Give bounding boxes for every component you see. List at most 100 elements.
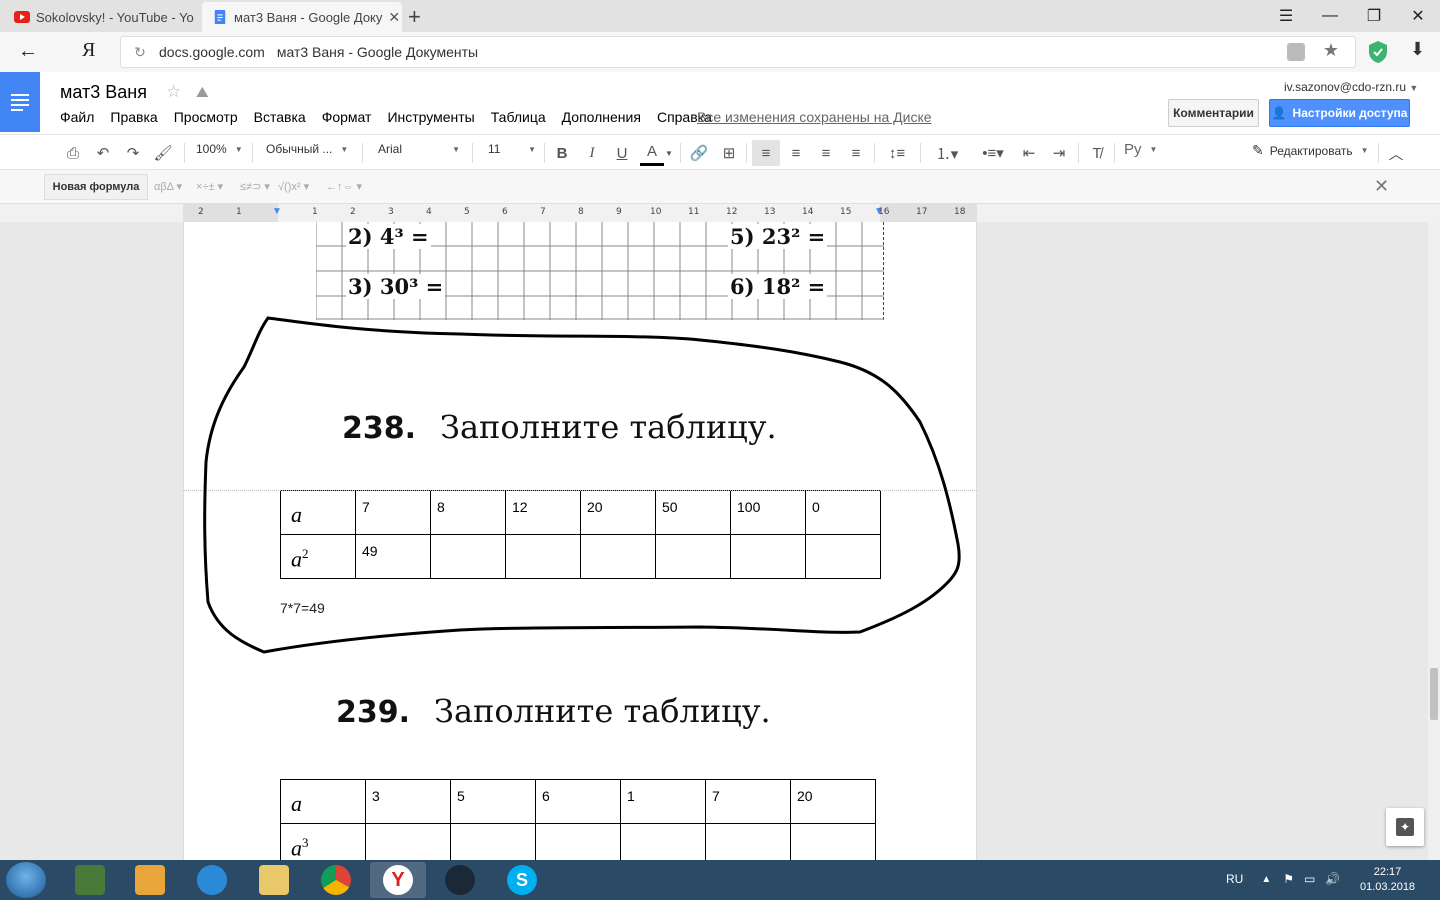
menu-view[interactable]: Просмотр xyxy=(166,107,246,127)
chevron-down-icon[interactable]: ▼ xyxy=(664,140,674,166)
folder-icon xyxy=(259,865,289,895)
protect-shield-icon[interactable] xyxy=(1368,40,1388,64)
show-hidden-icons-icon[interactable]: ▲ xyxy=(1261,874,1271,885)
yandex-logo[interactable]: Я xyxy=(82,39,95,62)
clear-formatting-icon[interactable]: T̸ xyxy=(1086,140,1108,166)
lock-icon[interactable] xyxy=(1287,43,1305,61)
new-equation-button[interactable]: Новая формула xyxy=(44,174,148,200)
taskbar-app-steam[interactable] xyxy=(432,862,488,898)
menu-tools[interactable]: Инструменты xyxy=(379,107,482,127)
print-icon[interactable]: ⎙ xyxy=(62,140,84,166)
action-center-flag-icon[interactable]: ⚑ xyxy=(1283,872,1294,886)
toolbar-divider xyxy=(1078,143,1079,163)
ruler-tick: 14 xyxy=(802,207,814,217)
indent-marker-icon[interactable]: ▼ xyxy=(272,206,282,217)
url-field[interactable]: ↻ docs.google.com мат3 Ваня - Google Док… xyxy=(120,36,1356,68)
greek-letters-menu[interactable]: αβΔ ▾ xyxy=(154,180,182,193)
arrows-menu[interactable]: ←↑⇔ ▾ xyxy=(326,180,362,193)
numbered-list-icon[interactable]: ⒈▾ xyxy=(928,140,966,166)
menu-table[interactable]: Таблица xyxy=(483,107,554,127)
browser-tab-youtube[interactable]: Sokolovsky! - YouTube - Yo xyxy=(4,2,200,32)
chevron-down-icon: ▼ xyxy=(1360,146,1369,155)
back-arrow-icon[interactable]: ← xyxy=(18,40,38,63)
collapse-chevron-icon[interactable]: ︿ xyxy=(1386,140,1406,166)
menu-file[interactable]: Файл xyxy=(52,107,102,127)
taskbar-app-explorer[interactable] xyxy=(246,862,302,898)
style-value: Обычный ... xyxy=(266,142,333,156)
eq-group-label: √()x² xyxy=(278,181,301,193)
taskbar-app-media[interactable] xyxy=(122,862,178,898)
window-close-icon[interactable]: ✕ xyxy=(1396,0,1440,32)
bulleted-list-icon[interactable]: •≡▾ xyxy=(974,140,1012,166)
reload-icon[interactable]: ↻ xyxy=(121,44,159,61)
explore-button[interactable]: ✦ xyxy=(1386,808,1424,846)
bold-icon[interactable]: B xyxy=(552,140,572,166)
menu-edit[interactable]: Правка xyxy=(102,107,165,127)
editing-mode-select[interactable]: ✎ Редактировать ▼ xyxy=(1252,142,1369,159)
style-select[interactable]: Обычный ... ▼ xyxy=(266,142,348,156)
tab-close-icon[interactable]: ✕ xyxy=(382,9,400,26)
browser-tab-docs[interactable]: мат3 Ваня - Google Доку ✕ xyxy=(202,2,402,32)
menu-addons[interactable]: Дополнения xyxy=(554,107,649,127)
scrollbar-thumb[interactable] xyxy=(1430,668,1438,720)
restore-icon[interactable]: ❐ xyxy=(1352,0,1396,32)
line-spacing-icon[interactable]: ↕≡ xyxy=(880,140,914,166)
undo-icon[interactable]: ↶ xyxy=(92,140,114,166)
menu-icon[interactable]: ☰ xyxy=(1264,0,1308,32)
taskbar-app-skype[interactable]: S xyxy=(494,862,550,898)
redo-icon[interactable]: ↷ xyxy=(122,140,144,166)
volume-icon[interactable]: 🔊 xyxy=(1325,872,1340,886)
docs-home-icon[interactable] xyxy=(0,72,40,132)
url-domain: docs.google.com xyxy=(159,44,265,60)
link-icon[interactable]: 🔗 xyxy=(688,140,710,166)
relations-menu[interactable]: ≤≠⊃ ▾ xyxy=(240,180,270,193)
taskbar-app-chrome[interactable] xyxy=(308,862,364,898)
user-email[interactable]: iv.sazonov@cdo-rzn.ru ▼ xyxy=(1284,80,1418,94)
font-select[interactable]: Arial ▼ xyxy=(378,142,460,156)
toolbar-divider xyxy=(472,143,473,163)
vertical-scrollbar[interactable] xyxy=(1428,222,1440,860)
browser-tab-strip: Sokolovsky! - YouTube - Yo мат3 Ваня - G… xyxy=(0,0,1440,32)
font-size-select[interactable]: 11 ▼ xyxy=(488,142,536,156)
download-icon[interactable]: ⬇ xyxy=(1410,39,1425,60)
add-comment-icon[interactable]: ⊞ xyxy=(718,140,740,166)
align-left-icon[interactable]: ≡ xyxy=(752,140,780,166)
language-indicator[interactable]: RU xyxy=(1226,872,1243,886)
clock[interactable]: 22:17 01.03.2018 xyxy=(1360,865,1415,895)
share-button[interactable]: 👤 Настройки доступа xyxy=(1269,99,1410,127)
text-color-icon[interactable]: A xyxy=(640,140,664,166)
eq-group-label: ×÷± xyxy=(196,181,215,193)
toolbar-divider xyxy=(362,143,363,163)
decrease-indent-icon[interactable]: ⇤ xyxy=(1018,140,1040,166)
menu-format[interactable]: Формат xyxy=(314,107,380,127)
move-to-folder-icon[interactable]: ⛰ xyxy=(196,84,209,101)
taskbar-app-yandex[interactable]: Y xyxy=(370,862,426,898)
italic-icon[interactable]: I xyxy=(582,140,602,166)
network-icon[interactable]: ▭ xyxy=(1304,872,1315,886)
new-tab-button[interactable]: + xyxy=(408,4,421,30)
start-button[interactable] xyxy=(6,862,46,898)
document-title[interactable]: мат3 Ваня xyxy=(60,82,147,103)
menu-bar: Файл Правка Просмотр Вставка Формат Инст… xyxy=(52,107,720,127)
align-center-icon[interactable]: ≡ xyxy=(784,140,808,166)
bookmark-star-icon[interactable]: ★ xyxy=(1323,40,1339,61)
ruler-tick: 5 xyxy=(464,207,470,217)
minimize-icon[interactable]: — xyxy=(1308,0,1352,32)
comments-button[interactable]: Комментарии xyxy=(1168,99,1259,127)
taskbar-app-ie[interactable] xyxy=(184,862,240,898)
menu-insert[interactable]: Вставка xyxy=(246,107,314,127)
input-tools-select[interactable]: Ру ▼ xyxy=(1124,141,1157,158)
save-status-link[interactable]: Все изменения сохранены на Диске xyxy=(697,109,932,125)
paint-format-icon[interactable]: 🖌 xyxy=(152,140,174,166)
close-equation-bar-icon[interactable]: ✕ xyxy=(1374,176,1389,197)
misc-operations-menu[interactable]: ×÷± ▾ xyxy=(196,180,223,193)
underline-icon[interactable]: U xyxy=(612,140,632,166)
toolbar-divider xyxy=(1378,143,1379,163)
zoom-select[interactable]: 100% ▼ xyxy=(196,142,243,156)
increase-indent-icon[interactable]: ⇥ xyxy=(1048,140,1070,166)
math-operators-menu[interactable]: √()x² ▾ xyxy=(278,180,309,193)
align-right-icon[interactable]: ≡ xyxy=(814,140,838,166)
align-justify-icon[interactable]: ≡ xyxy=(844,140,868,166)
star-icon[interactable]: ☆ xyxy=(166,82,181,102)
taskbar-app-monitor[interactable] xyxy=(62,862,118,898)
